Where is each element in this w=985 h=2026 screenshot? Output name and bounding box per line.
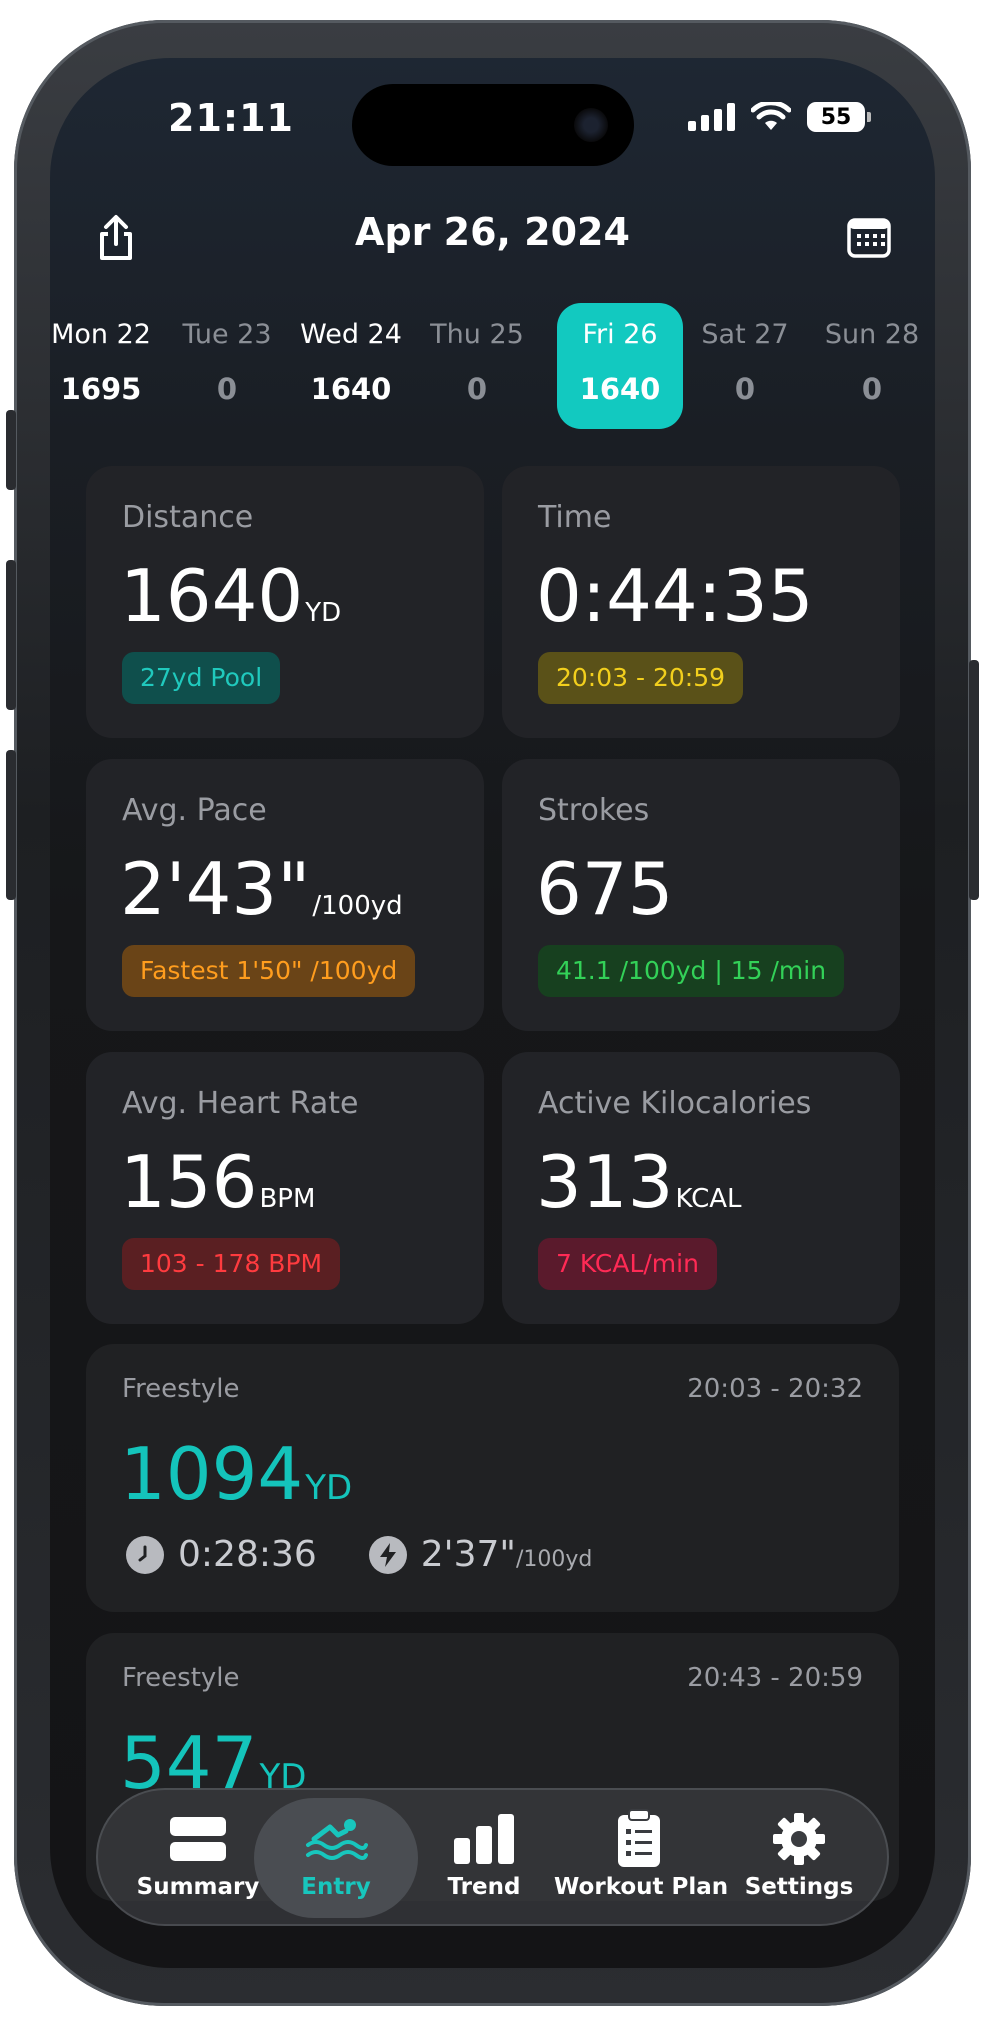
day-name: Wed 24	[300, 319, 402, 350]
day-name: Sun 28	[824, 319, 920, 350]
interval-time-range: 20:43 - 20:59	[687, 1663, 863, 1693]
status-icons: 55	[688, 102, 871, 132]
cellular-signal-icon	[688, 103, 735, 131]
dynamic-island	[352, 84, 634, 166]
day-distance: 1640	[310, 372, 392, 406]
kcal-rate-badge: 7 KCAL/min	[538, 1238, 717, 1290]
page-title: Apr 26, 2024	[355, 210, 630, 254]
pace-label: Avg. Pace	[122, 793, 267, 828]
kilocalories-card[interactable]: Active Kilocalories 313KCAL 7 KCAL/min	[502, 1052, 900, 1324]
day-name: Fri 26	[582, 319, 658, 350]
mute-switch	[6, 410, 16, 490]
day-distance: 1695	[60, 372, 142, 406]
tab-trend-label: Trend	[447, 1874, 521, 1900]
time-card[interactable]: Time 0:44:35 20:03 - 20:59	[502, 466, 900, 738]
summary-icon	[170, 1817, 226, 1861]
day-distance: 1640	[579, 372, 661, 406]
day-distance: 0	[861, 372, 883, 406]
day-name: Mon 22	[51, 319, 151, 350]
interval-card-1[interactable]: Freestyle 20:03 - 20:32 1094YD 0:28:36 2…	[86, 1344, 899, 1612]
day-distance: 0	[734, 372, 756, 406]
interval-distance: 1094YD	[120, 1432, 353, 1516]
clock-icon	[126, 1535, 164, 1574]
distance-unit: YD	[305, 598, 342, 628]
app-screen: 21:11 55 Apr 26, 2024 Mon 22 1695 Tue 23…	[50, 58, 935, 1968]
battery-icon: 55	[807, 102, 871, 132]
day-thu-25[interactable]: Thu 25 0	[414, 303, 540, 429]
tab-entry-label: Entry	[301, 1874, 371, 1900]
heart-rate-label: Avg. Heart Rate	[122, 1086, 359, 1121]
tab-workout-plan[interactable]: Workout Plan	[554, 1798, 729, 1918]
pace-unit: /100yd	[312, 891, 403, 921]
interval-stroke: Freestyle	[122, 1663, 240, 1693]
fastest-pace-badge: Fastest 1'50" /100yd	[122, 945, 416, 997]
pace-value: 2'43"/100yd	[120, 847, 403, 931]
calendar-button[interactable]	[839, 208, 899, 268]
distance-label: Distance	[122, 500, 254, 535]
tab-bar: Summary Entry Trend Workout Plan Setting…	[96, 1788, 889, 1926]
calendar-icon	[847, 218, 891, 258]
tab-summary-label: Summary	[136, 1874, 260, 1900]
tab-settings[interactable]: Settings	[734, 1798, 864, 1918]
day-sat-27[interactable]: Sat 27 0	[682, 303, 808, 429]
distance-card[interactable]: Distance 1640YD 27yd Pool	[86, 466, 484, 738]
kilocalories-value: 313KCAL	[536, 1140, 742, 1224]
interval-stroke: Freestyle	[122, 1374, 240, 1404]
bar-chart-icon	[454, 1814, 514, 1864]
distance-value: 1640YD	[120, 554, 342, 638]
lightning-icon	[368, 1535, 407, 1574]
time-range-badge: 20:03 - 20:59	[538, 652, 744, 704]
heart-rate-range-badge: 103 - 178 BPM	[122, 1238, 341, 1290]
heart-rate-value: 156BPM	[120, 1140, 316, 1224]
week-strip: Mon 22 1695 Tue 23 0 Wed 24 1640 Thu 25 …	[50, 303, 935, 433]
clipboard-icon	[618, 1809, 660, 1867]
tab-settings-label: Settings	[744, 1874, 854, 1900]
kilocalories-unit: KCAL	[675, 1184, 742, 1214]
day-mon-22[interactable]: Mon 22 1695	[50, 303, 164, 429]
status-time: 21:11	[168, 96, 294, 140]
day-wed-24[interactable]: Wed 24 1640	[288, 303, 414, 429]
avg-pace-card[interactable]: Avg. Pace 2'43"/100yd Fastest 1'50" /100…	[86, 759, 484, 1031]
day-tue-23[interactable]: Tue 23 0	[164, 303, 290, 429]
stroke-rate-badge: 41.1 /100yd | 15 /min	[538, 945, 845, 997]
time-label: Time	[538, 500, 612, 535]
volume-down-button	[6, 750, 16, 900]
tab-workout-plan-label: Workout Plan	[554, 1874, 729, 1900]
interval-meta: 0:28:36 2'37"/100yd	[126, 1534, 592, 1575]
tab-summary[interactable]: Summary	[128, 1798, 268, 1918]
day-name: Sat 27	[701, 319, 789, 350]
day-name: Tue 23	[182, 319, 272, 350]
day-distance: 0	[216, 372, 238, 406]
interval-duration: 0:28:36	[178, 1534, 317, 1575]
gear-icon	[773, 1813, 825, 1865]
kilocalories-label: Active Kilocalories	[538, 1086, 812, 1121]
strokes-card[interactable]: Strokes 675 41.1 /100yd | 15 /min	[502, 759, 900, 1031]
pool-length-badge: 27yd Pool	[122, 652, 281, 704]
interval-pace: 2'37"/100yd	[420, 1534, 593, 1575]
heart-rate-card[interactable]: Avg. Heart Rate 156BPM 103 - 178 BPM	[86, 1052, 484, 1324]
interval-time-range: 20:03 - 20:32	[687, 1374, 863, 1404]
time-value: 0:44:35	[536, 554, 814, 638]
day-fri-26[interactable]: Fri 26 1640	[557, 303, 683, 429]
strokes-value: 675	[536, 847, 674, 931]
tab-entry[interactable]: Entry	[254, 1798, 418, 1918]
power-button	[969, 660, 979, 900]
day-distance: 0	[466, 372, 488, 406]
strokes-label: Strokes	[538, 793, 650, 828]
camera-icon	[574, 108, 608, 142]
day-sun-28[interactable]: Sun 28 0	[809, 303, 935, 429]
swimmer-icon	[306, 1819, 368, 1860]
heart-rate-unit: BPM	[259, 1184, 316, 1214]
volume-up-button	[6, 560, 16, 710]
tab-trend[interactable]: Trend	[424, 1798, 544, 1918]
wifi-icon	[751, 102, 791, 130]
day-name: Thu 25	[430, 319, 524, 350]
